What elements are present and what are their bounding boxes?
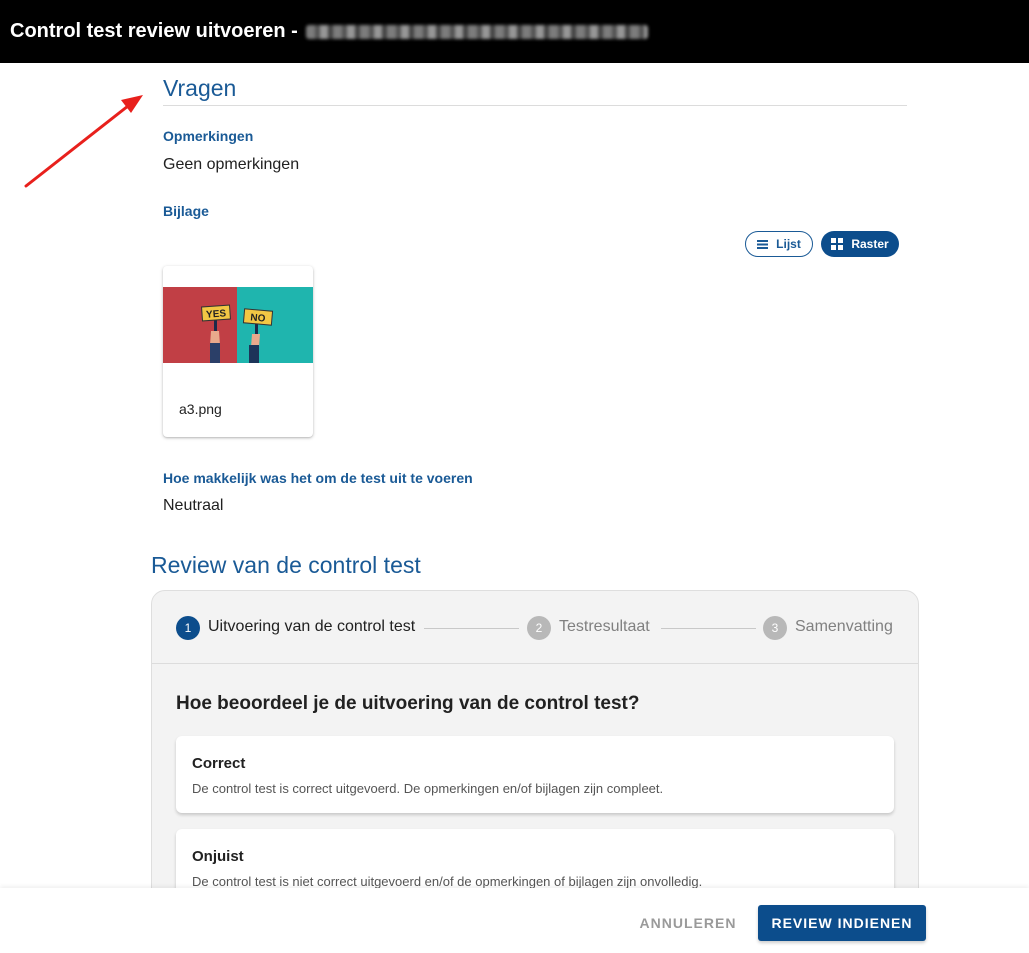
option-incorrect[interactable]: Onjuist De control test is niet correct … [176, 829, 894, 888]
list-icon [757, 239, 769, 249]
list-view-label: Lijst [776, 237, 801, 251]
submit-review-button[interactable]: REVIEW INDIENEN [758, 905, 926, 941]
step-1-number: 1 [176, 616, 200, 640]
option-correct-description: De control test is correct uitgevoerd. D… [192, 781, 664, 796]
review-stepper-card: 1 Uitvoering van de control test 2 Testr… [151, 590, 919, 888]
redacted-title-text [305, 24, 648, 39]
cancel-button[interactable]: ANNULEREN [630, 905, 746, 941]
thumbnail-no-text: NO [250, 312, 266, 324]
option-correct-title: Correct [192, 755, 246, 772]
step-3-label[interactable]: Samenvatting [795, 618, 893, 636]
review-question: Hoe beoordeel je de uitvoering van de co… [176, 693, 640, 714]
remarks-label: Opmerkingen [163, 128, 254, 144]
thumbnail-yes-text: YES [206, 308, 227, 320]
remarks-value: Geen opmerkingen [163, 156, 300, 173]
attachment-thumbnail: YES NO [163, 287, 313, 363]
review-section-title: Review van de control test [151, 552, 421, 578]
section-divider [163, 105, 907, 106]
questions-section-title: Vragen [163, 75, 237, 101]
ease-value: Neutraal [163, 497, 224, 514]
grid-view-button[interactable]: Raster [821, 231, 899, 257]
content-area: Vragen Opmerkingen Geen opmerkingen Bijl… [0, 63, 1029, 888]
title-bar: Control test review uitvoeren - [0, 0, 1029, 63]
attachment-filename: a3.png [179, 401, 222, 417]
step-2-number: 2 [527, 616, 551, 640]
annotation-arrow-icon [24, 95, 143, 188]
step-connector [661, 628, 756, 629]
ease-label: Hoe makkelijk was het om de test uit te … [163, 470, 473, 486]
grid-icon [831, 238, 844, 250]
step-connector [424, 628, 519, 629]
attachment-label: Bijlage [163, 203, 209, 219]
step-2-label[interactable]: Testresultaat [559, 618, 650, 636]
list-view-button[interactable]: Lijst [745, 231, 813, 257]
step-1-label[interactable]: Uitvoering van de control test [208, 618, 415, 636]
grid-view-label: Raster [851, 237, 889, 251]
option-correct[interactable]: Correct De control test is correct uitge… [176, 736, 894, 813]
stepper-header: 1 Uitvoering van de control test 2 Testr… [152, 591, 918, 664]
attachment-card[interactable]: YES NO a3.png [163, 266, 313, 437]
option-incorrect-description: De control test is niet correct uitgevoe… [192, 874, 703, 888]
option-incorrect-title: Onjuist [192, 848, 244, 865]
page-title: Control test review uitvoeren - [10, 20, 298, 42]
dialog-footer: ANNULEREN REVIEW INDIENEN [0, 888, 1029, 953]
step-3-number: 3 [763, 616, 787, 640]
